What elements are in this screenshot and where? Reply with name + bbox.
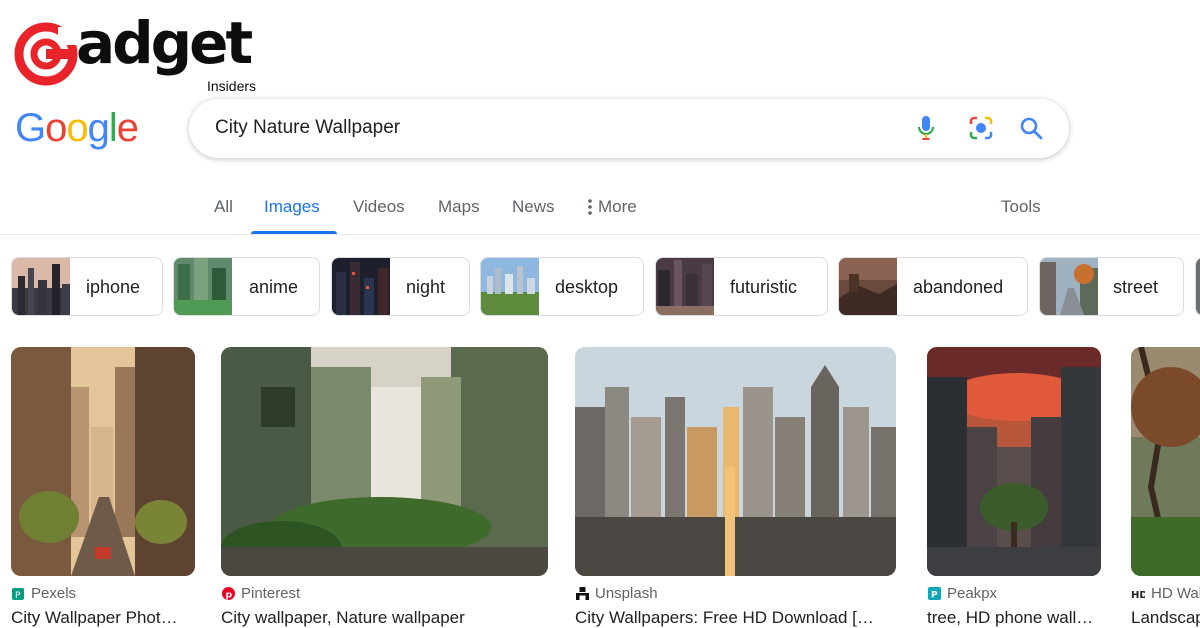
result-source[interactable]: p Pinterest	[221, 585, 300, 602]
chip-thumbnail	[481, 258, 539, 315]
result-source[interactable]: Unsplash	[575, 585, 658, 602]
result-image[interactable]	[1131, 347, 1200, 576]
tab-videos[interactable]: Videos	[353, 197, 405, 217]
google-letter: l	[108, 106, 118, 150]
magnifier-icon[interactable]	[1017, 114, 1045, 142]
result-image[interactable]	[575, 347, 896, 576]
gadget-insiders-logo: adget Insiders	[14, 14, 274, 100]
tab-all[interactable]: All	[214, 197, 233, 217]
result-image[interactable]	[927, 347, 1101, 576]
tab-maps[interactable]: Maps	[438, 197, 480, 217]
vertical-dots-icon	[588, 198, 592, 215]
image-result[interactable]: P Peakpx tree, HD phone wall…	[927, 347, 1101, 627]
chip-iphone[interactable]: iphone	[11, 257, 163, 316]
chip-label: anime	[249, 277, 299, 297]
search-input[interactable]	[215, 114, 895, 142]
tab-news[interactable]: News	[512, 197, 555, 217]
chip-thumbnail	[839, 258, 897, 315]
chip-desktop[interactable]: desktop	[480, 257, 644, 316]
chip-label: iphone	[86, 277, 141, 297]
result-source[interactable]: P Pexels	[11, 585, 76, 602]
image-result[interactable]: P Pexels City Wallpaper Phot…	[11, 347, 195, 627]
google-letter: G	[15, 106, 46, 150]
chip-label: desktop	[555, 277, 619, 297]
chip-thumbnail	[332, 258, 390, 315]
result-source[interactable]: P Peakpx	[927, 585, 997, 602]
chip-thumbnail	[174, 258, 232, 315]
chip-label: street	[1113, 277, 1159, 297]
result-title[interactable]: Landscape	[1131, 608, 1200, 628]
google-letter: o	[66, 106, 88, 150]
source-name: Pexels	[31, 585, 77, 602]
source-name: HD Wallpapers	[1151, 585, 1200, 602]
google-letter: o	[45, 106, 67, 150]
search-box	[189, 99, 1069, 158]
active-tab-indicator	[251, 231, 337, 234]
microphone-icon[interactable]	[912, 114, 940, 142]
chip-partial[interactable]	[1195, 257, 1200, 316]
tab-more[interactable]: More	[588, 197, 637, 217]
source-name: Pinterest	[241, 585, 301, 602]
image-result[interactable]: HD HD Wallpapers Landscape	[1131, 347, 1200, 628]
google-letter: e	[116, 106, 139, 150]
svg-text:P: P	[931, 591, 938, 601]
result-image[interactable]	[221, 347, 548, 576]
chip-label: futuristic	[730, 277, 798, 297]
result-title[interactable]: City wallpaper, Nature wallpaper	[221, 608, 548, 628]
image-result[interactable]: Unsplash City Wallpapers: Free HD Downlo…	[575, 347, 896, 627]
chip-thumbnail	[1040, 258, 1098, 315]
result-title[interactable]: City Wallpapers: Free HD Download […	[575, 608, 896, 628]
chip-label: night	[406, 277, 446, 297]
svg-text:p: p	[225, 591, 232, 601]
result-source[interactable]: HD HD Wallpapers	[1131, 585, 1200, 602]
result-title[interactable]: tree, HD phone wall…	[927, 608, 1101, 628]
image-result[interactable]: p Pinterest City wallpaper, Nature wallp…	[221, 347, 548, 627]
pexels-favicon: P	[11, 587, 25, 601]
pinterest-favicon: p	[221, 587, 235, 601]
chip-thumbnail	[656, 258, 714, 315]
search-tabs: All Images Videos Maps News More Tools	[0, 180, 1200, 235]
tab-images[interactable]: Images	[264, 197, 320, 217]
google-logo[interactable]: Google	[15, 106, 139, 150]
source-name: Unsplash	[595, 585, 658, 602]
chip-night[interactable]: night	[331, 257, 470, 316]
chip-thumbnail	[1196, 258, 1200, 315]
chip-abandoned[interactable]: abandoned	[838, 257, 1028, 316]
hd-favicon: HD	[1131, 587, 1145, 601]
source-name: Peakpx	[947, 585, 998, 602]
chip-label: abandoned	[913, 277, 1004, 297]
unsplash-favicon	[575, 587, 589, 601]
svg-text:HD: HD	[1131, 590, 1145, 600]
chip-futuristic[interactable]: futuristic	[655, 257, 828, 316]
chip-anime[interactable]: anime	[173, 257, 320, 316]
tab-more-label: More	[598, 197, 637, 216]
google-letter: g	[87, 106, 110, 150]
svg-text:P: P	[15, 591, 21, 600]
chip-street[interactable]: street	[1039, 257, 1184, 316]
google-lens-icon[interactable]	[967, 114, 995, 142]
result-title[interactable]: City Wallpaper Phot…	[11, 608, 195, 628]
peakpx-favicon: P	[927, 587, 941, 601]
logo-word: adget	[76, 9, 253, 77]
result-image[interactable]	[11, 347, 195, 576]
tools-button[interactable]: Tools	[1001, 197, 1041, 217]
chip-thumbnail	[12, 258, 70, 315]
target-logo-icon	[14, 22, 78, 86]
logo-subtitle: Insiders	[207, 78, 257, 94]
